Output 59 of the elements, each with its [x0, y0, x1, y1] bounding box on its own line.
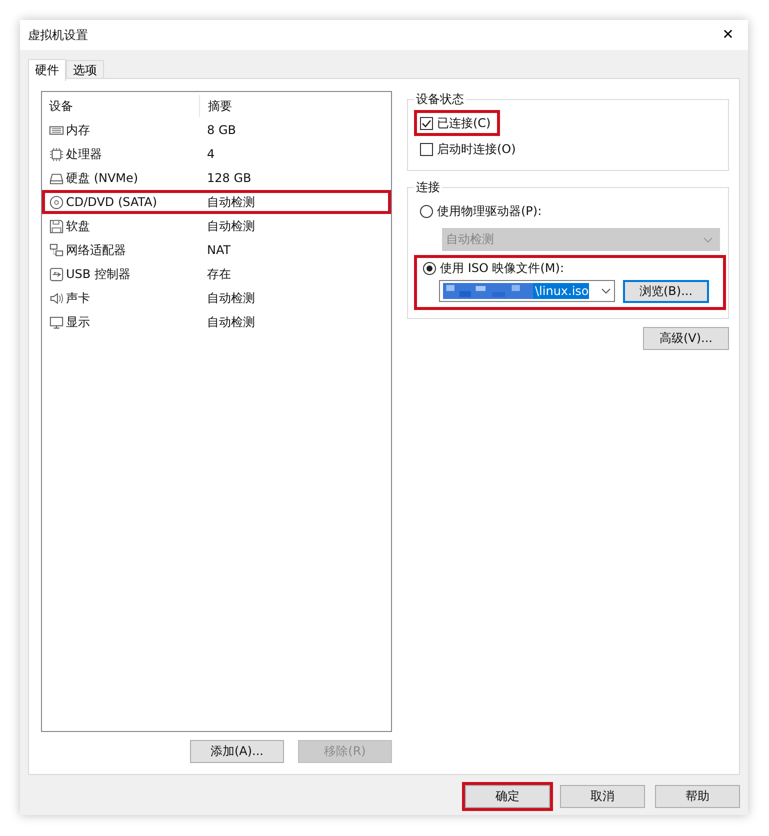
checkbox-option[interactable]: 已连接(C) — [414, 110, 500, 136]
iso-path-field[interactable]: \linux.iso — [439, 280, 615, 302]
device-row[interactable]: 硬盘 (NVMe) 128 GB — [42, 166, 391, 190]
checkbox-option[interactable]: 启动时连接(O) — [414, 136, 525, 162]
chip-icon — [49, 146, 64, 162]
device-row[interactable]: 软盘 自动检测 — [42, 214, 391, 238]
device-row[interactable]: USB 控制器 存在 — [42, 262, 391, 286]
monitor-icon — [49, 314, 64, 330]
window-title: 虚拟机设置 — [28, 26, 88, 44]
device-summary: 存在 — [206, 266, 231, 282]
network-icon — [49, 242, 64, 258]
floppy-icon — [49, 218, 64, 234]
device-summary: 128 GB — [206, 171, 252, 185]
device-summary: 4 — [206, 147, 215, 161]
device-row[interactable]: 网络适配器 NAT — [42, 238, 391, 262]
close-button[interactable]: ✕ — [708, 20, 748, 50]
device-name: 硬盘 (NVMe) — [66, 170, 138, 186]
checkbox[interactable] — [420, 142, 433, 156]
dialog-button[interactable]: 取消 — [560, 785, 645, 808]
device-name: 显示 — [66, 314, 90, 330]
chevron-down-icon — [703, 236, 713, 242]
tab[interactable]: 硬件 — [28, 59, 66, 81]
chevron-down-icon — [601, 288, 611, 294]
device-row[interactable]: 显示 自动检测 — [42, 310, 391, 334]
device-summary: 8 GB — [206, 123, 236, 137]
device-name: USB 控制器 — [66, 266, 130, 282]
column-header: 摘要 — [199, 95, 232, 117]
disc-icon — [49, 194, 64, 210]
device-row[interactable]: 处理器 4 — [42, 142, 391, 166]
dialog-button[interactable]: 帮助 — [655, 785, 740, 808]
device-summary: 自动检测 — [206, 314, 255, 330]
device-row[interactable]: 内存 8 GB — [42, 118, 391, 142]
device-row[interactable]: CD/DVD (SATA) 自动检测 — [42, 190, 391, 214]
device-name: 声卡 — [66, 290, 90, 306]
pixelated-redaction-icon — [443, 283, 533, 299]
radio-option[interactable]: 使用 ISO 映像文件(M): — [420, 258, 570, 278]
column-header: 设备 — [48, 98, 74, 114]
device-summary: 自动检测 — [206, 194, 255, 210]
group-title: 设备状态 — [415, 91, 465, 108]
device-name: 软盘 — [66, 218, 90, 234]
device-name: 网络适配器 — [66, 242, 126, 258]
tab[interactable]: 选项 — [66, 60, 104, 80]
list-button[interactable]: 添加(A)... — [190, 740, 284, 763]
device-name: CD/DVD (SATA) — [66, 195, 158, 209]
browse-button[interactable]: 浏览(B)... — [623, 280, 709, 303]
radio-button[interactable] — [423, 262, 436, 274]
device-summary: 自动检测 — [206, 218, 255, 234]
usb-icon — [49, 266, 64, 282]
device-name: 处理器 — [66, 146, 102, 162]
dialog-button[interactable]: 确定 — [465, 785, 550, 808]
device-row[interactable]: 声卡 自动检测 — [42, 286, 391, 310]
device-name: 内存 — [66, 122, 90, 138]
iso-path-text: \linux.iso — [533, 283, 589, 299]
group-title: 连接 — [415, 179, 441, 196]
device-summary: 自动检测 — [206, 290, 255, 306]
advanced-button[interactable]: 高级(V)... — [643, 327, 729, 350]
device-summary: NAT — [206, 243, 231, 257]
speaker-icon — [49, 290, 64, 306]
checkbox[interactable] — [420, 116, 433, 130]
